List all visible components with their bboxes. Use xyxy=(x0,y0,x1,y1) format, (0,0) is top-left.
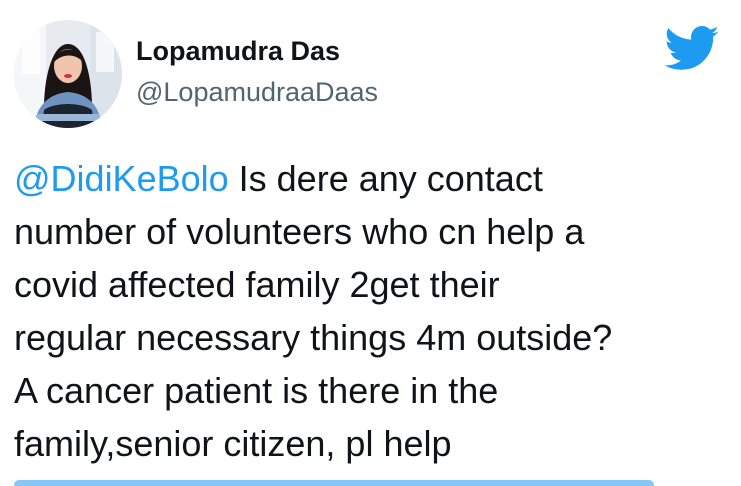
tweet-text: @DidiKeBolo Is dere any contact number o… xyxy=(14,152,729,470)
twitter-bird-icon[interactable] xyxy=(664,26,720,72)
mention-link[interactable]: @DidiKeBolo xyxy=(14,158,229,199)
tweet-line: covid affected family 2get their xyxy=(14,264,500,305)
tweet-header: Lopamudra Das @LopamudraaDaas xyxy=(0,0,741,140)
tweet-line: @DidiKeBolo Is dere any contact xyxy=(14,152,729,205)
avatar-photo xyxy=(14,20,122,128)
author-info: Lopamudra Das @LopamudraaDaas xyxy=(136,35,378,108)
tweet-line: A cancer patient is there in the xyxy=(14,370,499,411)
tweet-line: regular necessary things 4m outside? xyxy=(14,317,613,358)
tweet-line-text: Is dere any contact xyxy=(228,158,543,199)
tweet-line: family,senior citizen, pl help xyxy=(14,423,452,464)
avatar[interactable] xyxy=(14,20,122,128)
cut-off-link-line[interactable] xyxy=(14,468,654,486)
author-handle[interactable]: @LopamudraaDaas xyxy=(136,76,378,108)
tweet-line: number of volunteers who cn help a xyxy=(14,211,585,252)
cut-off-link-fragment xyxy=(14,480,654,486)
author-display-name[interactable]: Lopamudra Das xyxy=(136,35,378,67)
tweet-card: Lopamudra Das @LopamudraaDaas @DidiKeBol… xyxy=(0,0,741,486)
